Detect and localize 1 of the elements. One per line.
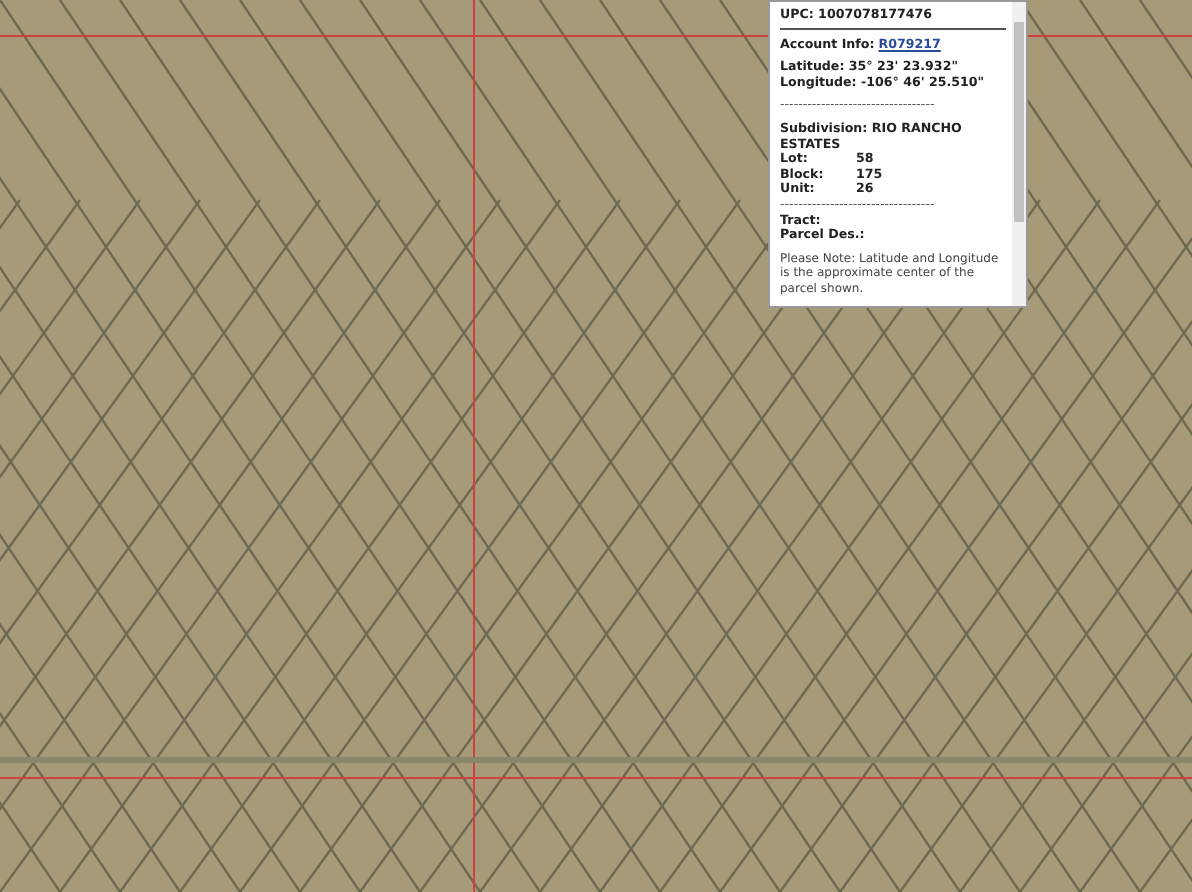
scrollbar[interactable] — [1012, 2, 1026, 306]
